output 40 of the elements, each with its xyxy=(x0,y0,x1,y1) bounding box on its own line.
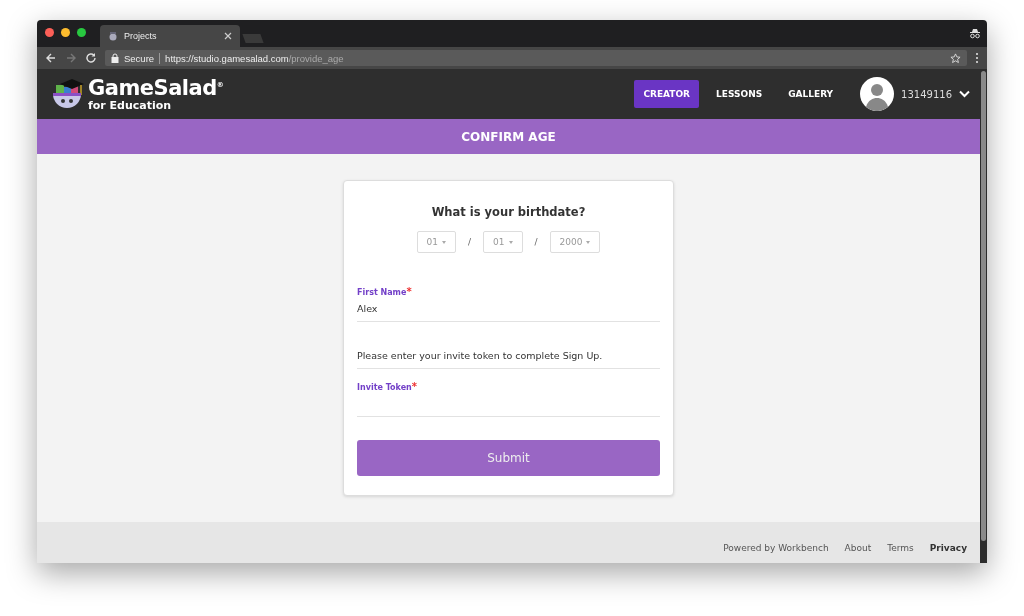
reload-icon[interactable] xyxy=(85,52,97,64)
footer-link[interactable]: Terms xyxy=(887,542,914,553)
footer-link[interactable]: Powered by Workbench xyxy=(723,542,829,553)
bookmark-star-icon[interactable] xyxy=(950,52,961,64)
address-bar[interactable]: Secure https://studio.gamesalad.com/provide_age xyxy=(105,50,967,66)
incognito-icon xyxy=(969,27,981,39)
browser-tab[interactable]: Projects xyxy=(100,25,240,47)
submit-button[interactable]: Submit xyxy=(357,440,660,476)
first-name-field[interactable]: First Name* Alex xyxy=(357,286,660,322)
favicon-icon xyxy=(108,31,118,41)
url-text: https://studio.gamesalad.com/provide_age xyxy=(165,52,345,64)
back-icon[interactable] xyxy=(45,52,57,64)
info-text: Please enter your invite token to complete Sign Up. xyxy=(357,350,660,369)
field-label: First Name* xyxy=(357,286,413,297)
date-separator: / xyxy=(467,237,473,247)
avatar-icon[interactable] xyxy=(860,77,895,111)
maximize-window-button[interactable] xyxy=(77,28,86,37)
scrollbar[interactable] xyxy=(980,69,987,563)
footer-link[interactable]: About xyxy=(844,542,872,553)
field-label: Invite Token* xyxy=(357,381,418,392)
invite-token-field[interactable]: Invite Token* xyxy=(357,381,660,417)
logo-title: GameSalad$^{®}$ xyxy=(88,77,224,99)
date-separator: / xyxy=(533,237,539,247)
chevron-down-icon[interactable] xyxy=(959,90,970,98)
tab-title: Projects xyxy=(124,31,158,41)
salad-bowl-logo-icon xyxy=(51,77,85,111)
banner-title: CONFIRM AGE xyxy=(461,129,556,144)
minimize-window-button[interactable] xyxy=(61,28,70,37)
question-heading: What is your birthdate? xyxy=(430,205,587,219)
nav-tab[interactable]: GALLERY xyxy=(779,80,843,108)
close-tab-icon[interactable] xyxy=(224,32,232,40)
logo-subtitle: for Education xyxy=(88,99,173,111)
footer-link[interactable]: Privacy xyxy=(929,542,967,553)
nav-tab[interactable]: LESSONS xyxy=(707,80,772,108)
close-window-button[interactable] xyxy=(45,28,54,37)
secure-label: Secure xyxy=(124,52,155,64)
menu-icon[interactable] xyxy=(975,52,979,64)
nav-tab[interactable]: CREATOR xyxy=(634,80,700,108)
user-id[interactable]: 13149116 xyxy=(901,88,952,100)
lock-icon xyxy=(111,53,119,63)
